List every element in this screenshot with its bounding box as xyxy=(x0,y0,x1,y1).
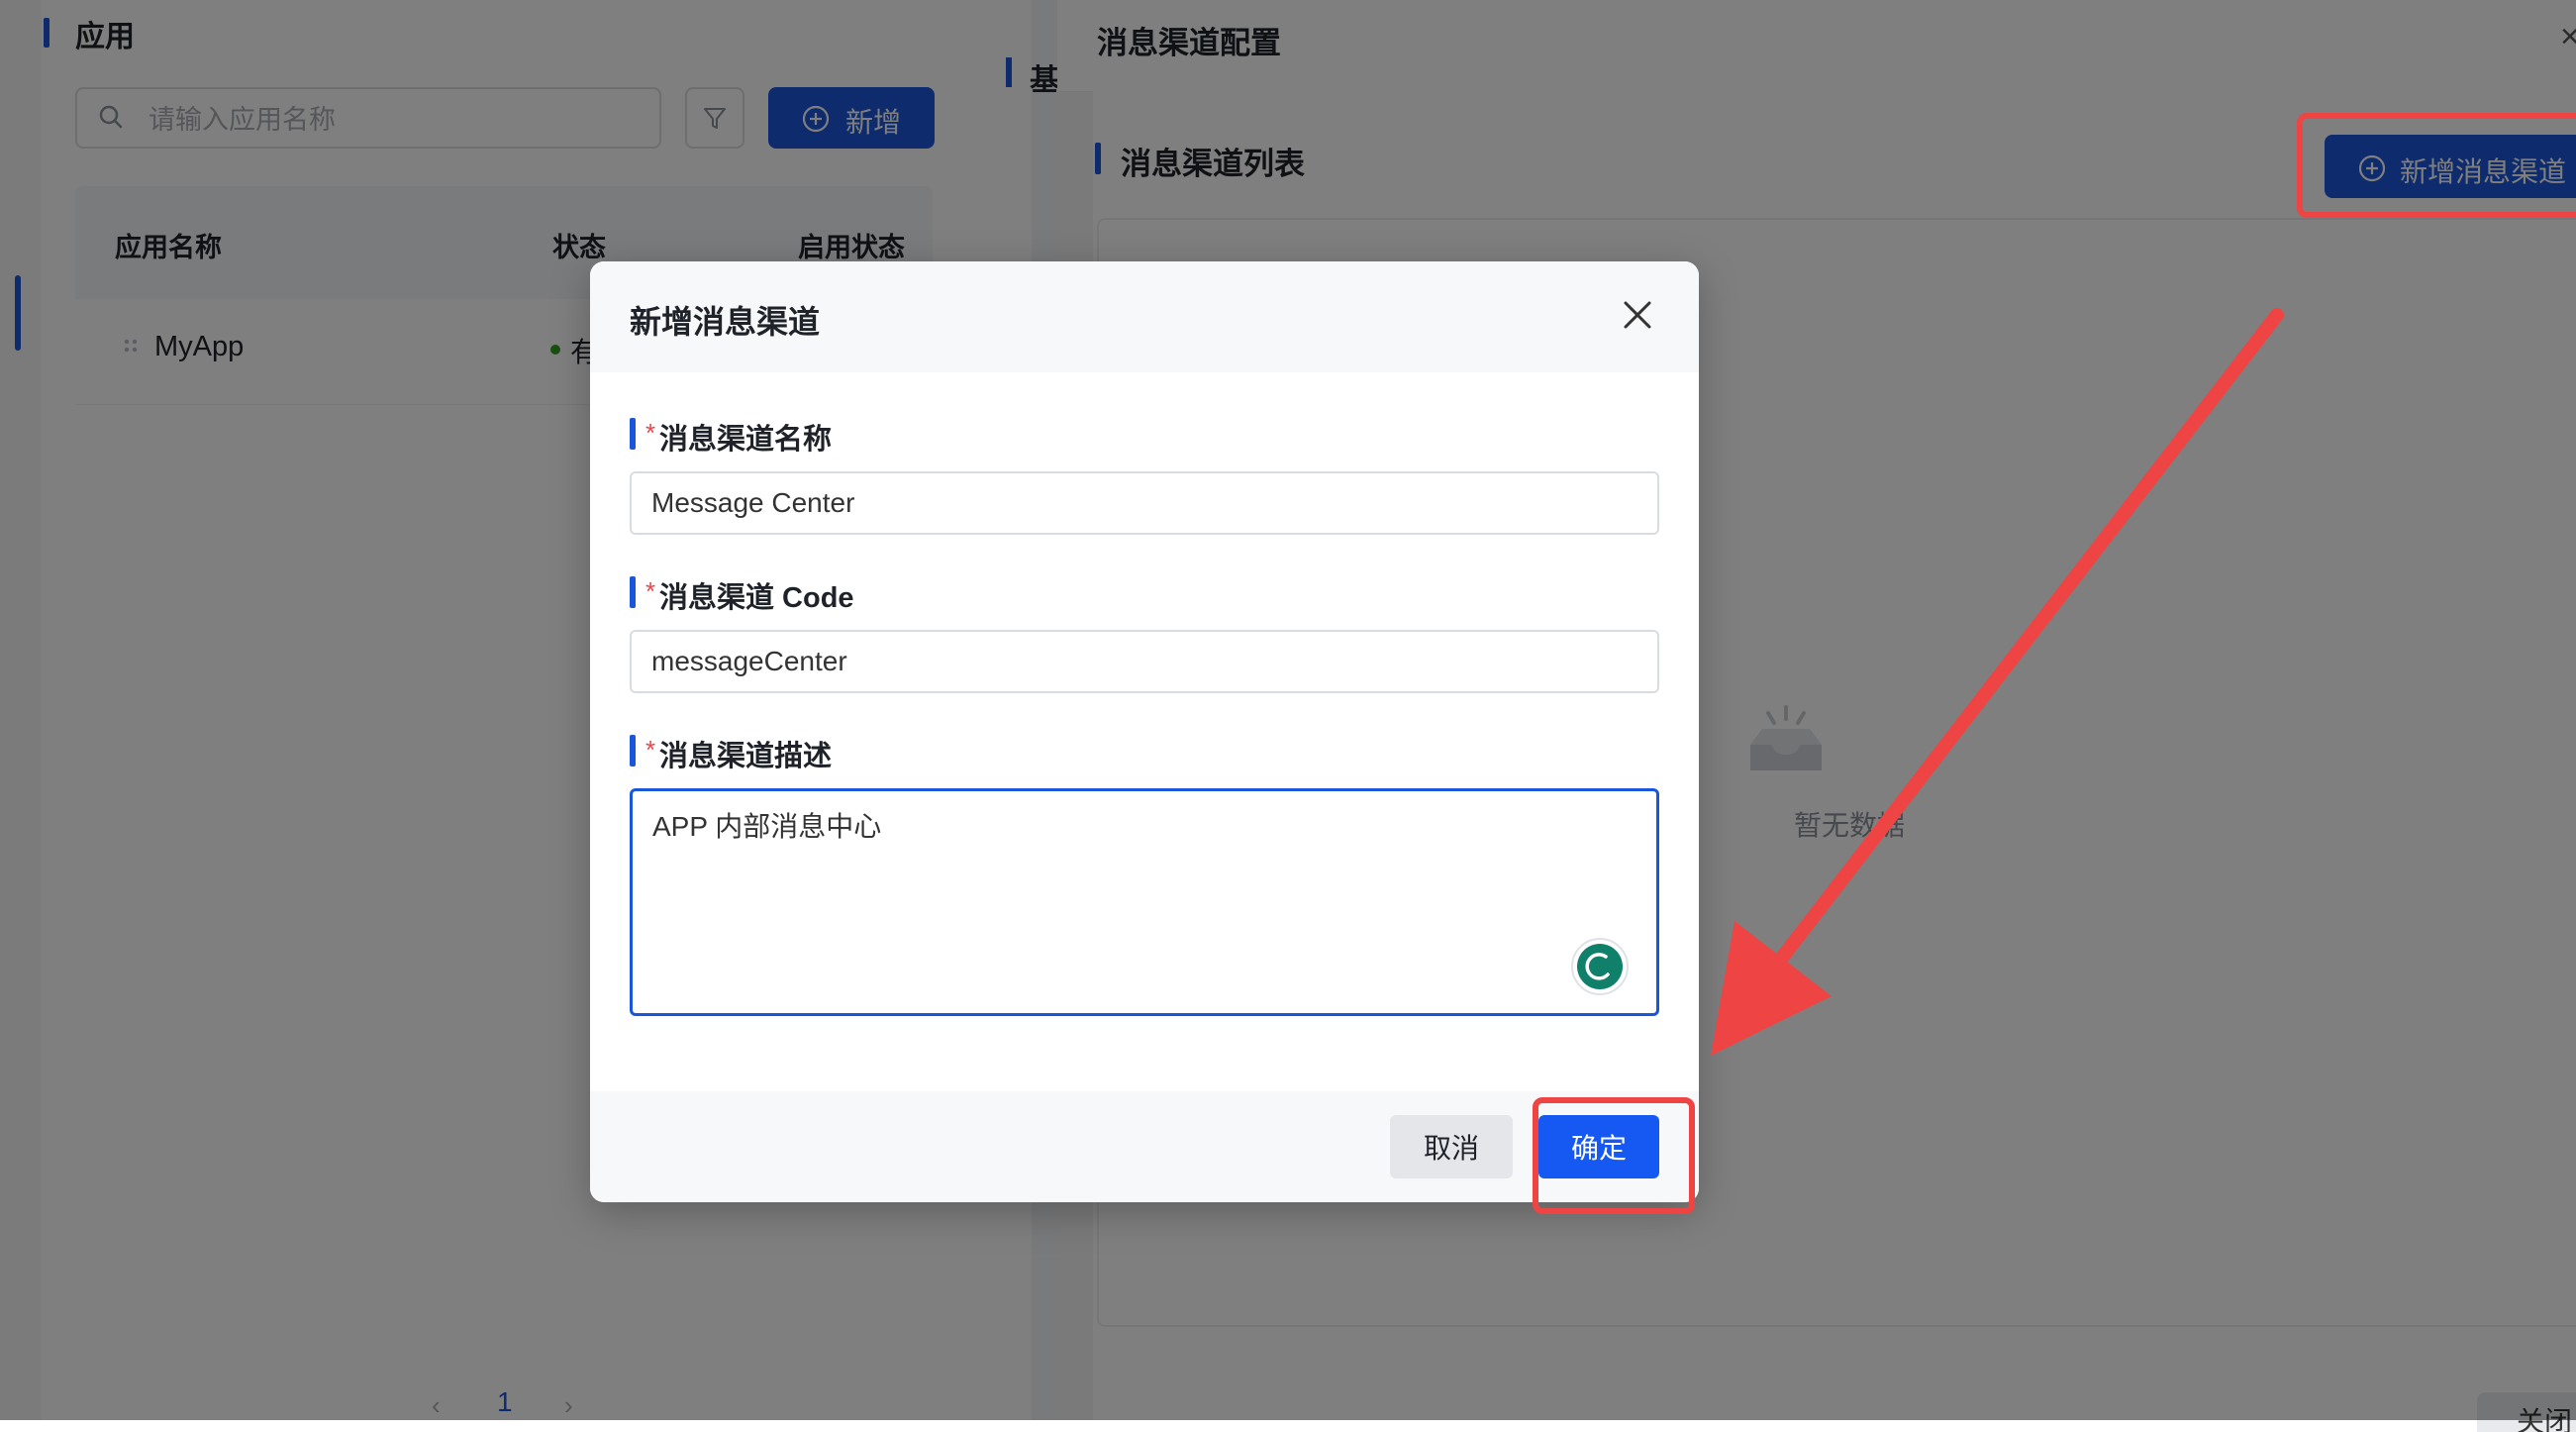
channel-code-input[interactable] xyxy=(630,630,1659,693)
field-label-text: 消息渠道 Code xyxy=(659,582,854,614)
field-label-bar xyxy=(630,735,636,767)
annotation-highlight-confirm xyxy=(1533,1097,1695,1214)
field-label-text: 消息渠道描述 xyxy=(659,741,833,772)
field-label-bar xyxy=(630,418,636,450)
assistant-icon[interactable] xyxy=(1570,937,1630,996)
close-icon[interactable] xyxy=(1620,297,1655,333)
field-label-text: 消息渠道名称 xyxy=(659,424,833,456)
field-label-bar xyxy=(630,576,636,608)
annotation-highlight-add-channel xyxy=(2297,113,2576,218)
required-mark: * xyxy=(645,576,656,606)
modal-header: 新增消息渠道 xyxy=(590,261,1699,372)
modal-title: 新增消息渠道 xyxy=(630,304,821,340)
add-channel-modal: 新增消息渠道 * 消息渠道名称 * 消息渠道 Code * 消息渠道描述 APP… xyxy=(590,261,1699,1202)
channel-name-input[interactable] xyxy=(630,471,1659,535)
channel-description-textarea[interactable]: APP 内部消息中心 xyxy=(630,788,1659,1016)
cancel-button[interactable]: 取消 xyxy=(1390,1115,1513,1178)
required-mark: * xyxy=(645,418,656,448)
required-mark: * xyxy=(645,735,656,765)
